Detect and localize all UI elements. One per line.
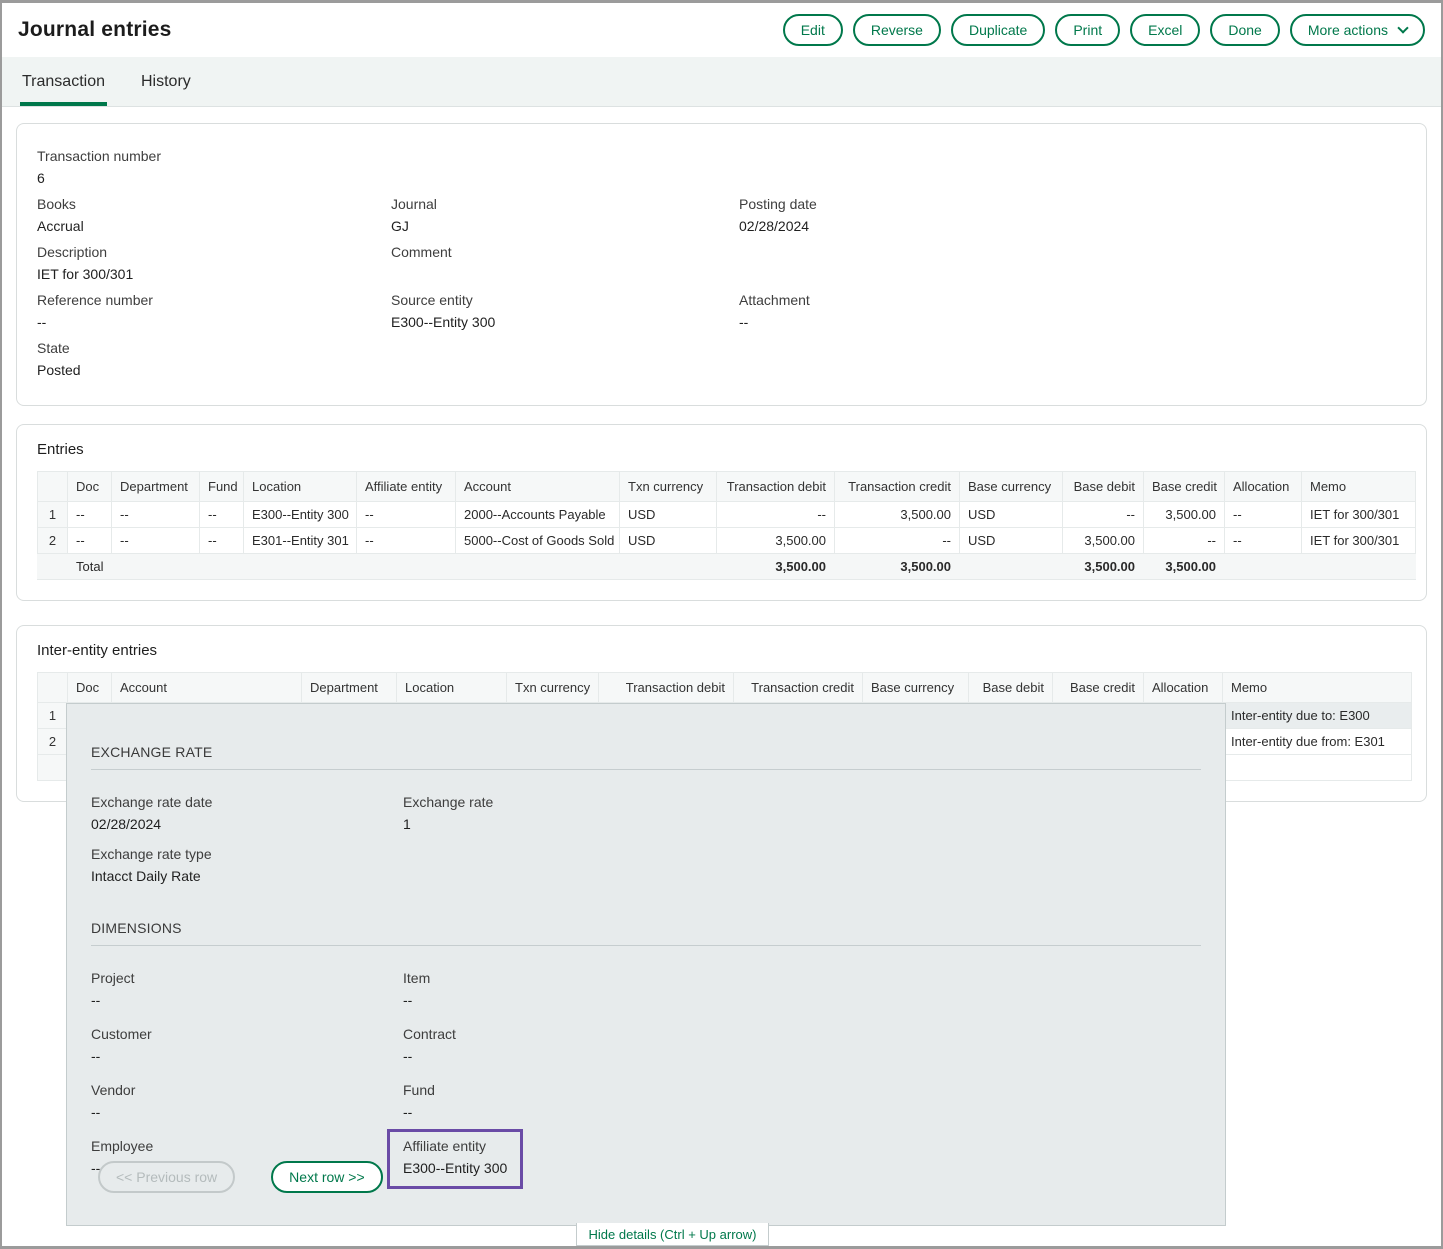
transaction-details-card: Transaction number 6 Books Accrual Journ… (16, 123, 1427, 406)
row-details-panel: EXCHANGE RATE Exchange rate date 02/28/2… (66, 703, 1226, 1226)
done-button[interactable]: Done (1210, 14, 1279, 46)
field-state: State Posted (37, 340, 391, 379)
field-project: Project -- (91, 970, 403, 1009)
more-actions-label: More actions (1308, 21, 1388, 39)
field-contract: Contract -- (403, 1026, 1225, 1065)
inter-entity-header-row: Doc Account Department Location Txn curr… (38, 673, 1412, 703)
inter-entity-title: Inter-entity entries (37, 642, 1406, 659)
tab-bar: Transaction History (2, 57, 1441, 107)
field-journal: Journal GJ (391, 196, 739, 235)
field-affiliate-entity: Affiliate entity E300--Entity 300 (403, 1138, 1225, 1178)
content: Transaction number 6 Books Accrual Journ… (2, 107, 1441, 802)
field-customer: Customer -- (91, 1026, 403, 1065)
field-books: Books Accrual (37, 196, 391, 235)
divider (91, 945, 1201, 946)
field-description: Description IET for 300/301 (37, 244, 391, 283)
entries-title: Entries (37, 441, 1406, 458)
entries-total-label: Total (68, 554, 717, 580)
field-reference-number: Reference number -- (37, 292, 391, 331)
field-fund: Fund -- (403, 1082, 1225, 1121)
entries-table: Doc Department Fund Location Affiliate e… (37, 471, 1416, 580)
reverse-button[interactable]: Reverse (853, 14, 941, 46)
excel-button[interactable]: Excel (1130, 14, 1200, 46)
field-posting-date: Posting date 02/28/2024 (739, 196, 1406, 235)
field-vendor: Vendor -- (91, 1082, 403, 1121)
field-attachment: Attachment -- (739, 292, 1406, 331)
entries-header-row: Doc Department Fund Location Affiliate e… (38, 472, 1416, 502)
field-exchange-rate-type: Exchange rate type Intacct Daily Rate (91, 846, 403, 885)
page-title: Journal entries (18, 18, 172, 42)
next-row-button[interactable]: Next row >> (271, 1161, 382, 1193)
field-exchange-rate: Exchange rate 1 (403, 794, 1225, 833)
entries-row-2[interactable]: 2 -- -- -- E301--Entity 301 -- 5000--Cos… (38, 528, 1416, 554)
journal-entries-page: Journal entries Edit Reverse Duplicate P… (0, 0, 1443, 1249)
more-actions-button[interactable]: More actions (1290, 14, 1425, 46)
affiliate-entity-highlight-box: Affiliate entity E300--Entity 300 (387, 1129, 523, 1189)
divider (91, 769, 1201, 770)
dimensions-heading: DIMENSIONS (91, 920, 1201, 936)
tab-history[interactable]: History (139, 57, 193, 106)
duplicate-button[interactable]: Duplicate (951, 14, 1045, 46)
entries-card: Entries Doc Department Fund Location A (16, 424, 1427, 601)
field-transaction-number: Transaction number 6 (37, 148, 391, 187)
tab-transaction[interactable]: Transaction (20, 57, 107, 106)
toolbar: Edit Reverse Duplicate Print Excel Done … (783, 14, 1425, 46)
entries-total-row: Total 3,500.00 3,500.00 3,500.00 3,500.0… (38, 554, 1416, 580)
print-button[interactable]: Print (1055, 14, 1120, 46)
top-bar: Journal entries Edit Reverse Duplicate P… (2, 3, 1441, 57)
edit-button[interactable]: Edit (783, 14, 843, 46)
exchange-rate-heading: EXCHANGE RATE (91, 744, 1201, 760)
field-source-entity: Source entity E300--Entity 300 (391, 292, 739, 331)
entries-row-1[interactable]: 1 -- -- -- E300--Entity 300 -- 2000--Acc… (38, 502, 1416, 528)
previous-row-button[interactable]: << Previous row (98, 1161, 235, 1193)
field-exchange-rate-date: Exchange rate date 02/28/2024 (91, 794, 403, 833)
chevron-down-icon (1397, 22, 1408, 33)
field-item: Item -- (403, 970, 1225, 1009)
field-comment: Comment (391, 244, 739, 283)
hide-details-tab[interactable]: Hide details (Ctrl + Up arrow) (576, 1223, 769, 1246)
